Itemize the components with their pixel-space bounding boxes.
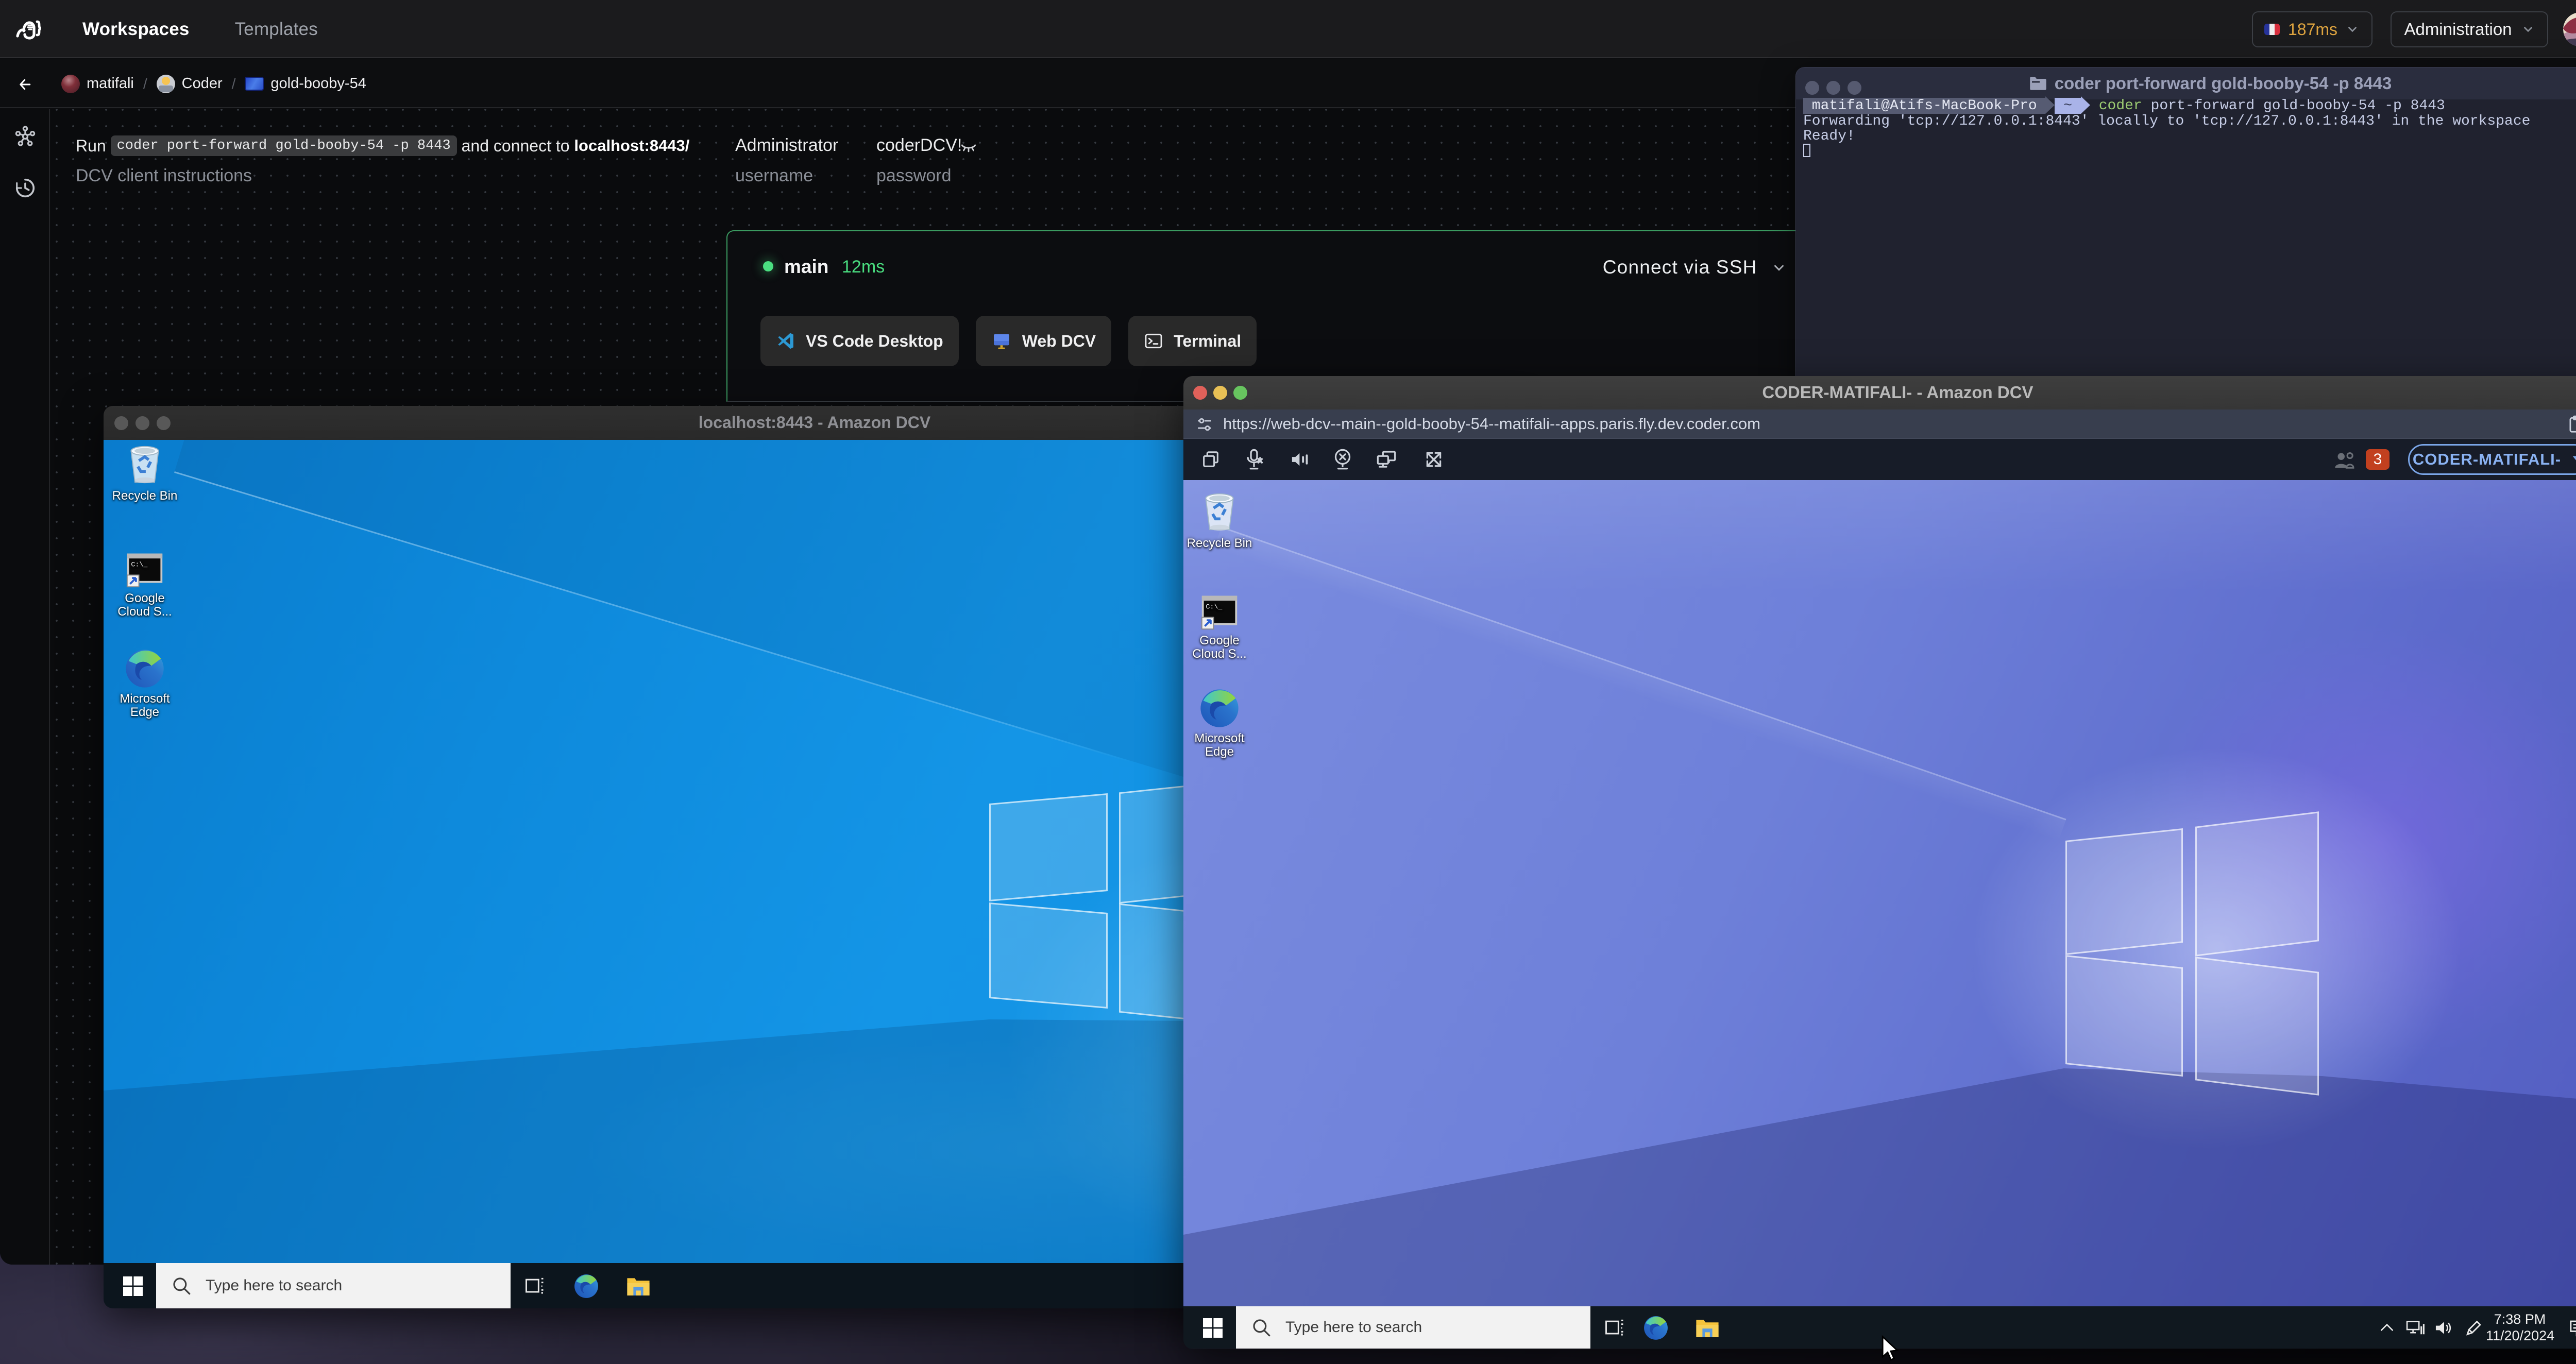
svg-text:C:\_: C:\_ bbox=[1206, 603, 1222, 610]
svg-text:C:\_: C:\_ bbox=[131, 560, 147, 568]
